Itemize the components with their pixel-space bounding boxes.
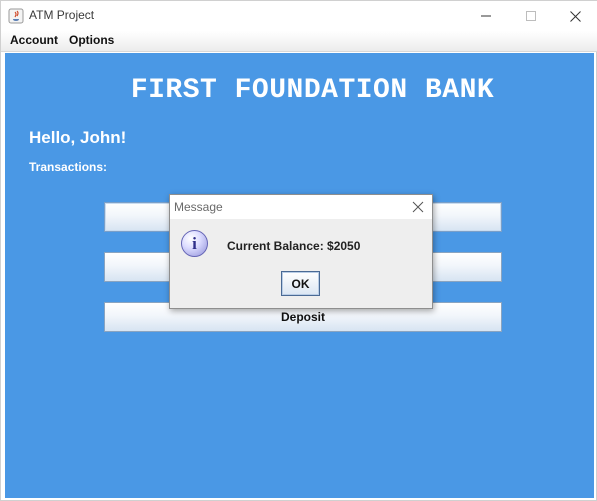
dialog-body: i Current Balance: $2050 OK bbox=[170, 219, 432, 308]
close-icon bbox=[412, 201, 424, 213]
dialog-close-button[interactable] bbox=[410, 199, 426, 215]
minimize-icon bbox=[480, 15, 491, 17]
close-icon bbox=[570, 10, 581, 22]
dialog-message: Current Balance: $2050 bbox=[227, 239, 361, 253]
app-window: ATM Project Account Options FIRST FOUNDA… bbox=[0, 0, 597, 501]
menu-bar: Account Options bbox=[1, 31, 597, 52]
greeting-label: Hello, John! bbox=[29, 128, 127, 147]
dialog-title: Message bbox=[174, 200, 223, 214]
maximize-icon bbox=[525, 11, 536, 21]
transactions-label: Transactions: bbox=[29, 160, 108, 174]
menu-options[interactable]: Options bbox=[67, 33, 116, 47]
title-bar[interactable]: ATM Project bbox=[1, 1, 597, 31]
info-icon: i bbox=[181, 230, 208, 257]
window-title: ATM Project bbox=[29, 8, 95, 22]
dialog-title-bar[interactable]: Message bbox=[170, 195, 432, 219]
message-dialog: Message i Current Balance: $2050 OK bbox=[169, 194, 433, 309]
bank-name-heading: FIRST FOUNDATION BANK bbox=[130, 75, 495, 106]
close-button[interactable] bbox=[553, 1, 597, 31]
minimize-button[interactable] bbox=[463, 1, 508, 31]
menu-account[interactable]: Account bbox=[8, 33, 60, 47]
ok-button[interactable]: OK bbox=[281, 271, 320, 296]
maximize-button[interactable] bbox=[508, 1, 553, 31]
java-app-icon bbox=[8, 8, 24, 24]
